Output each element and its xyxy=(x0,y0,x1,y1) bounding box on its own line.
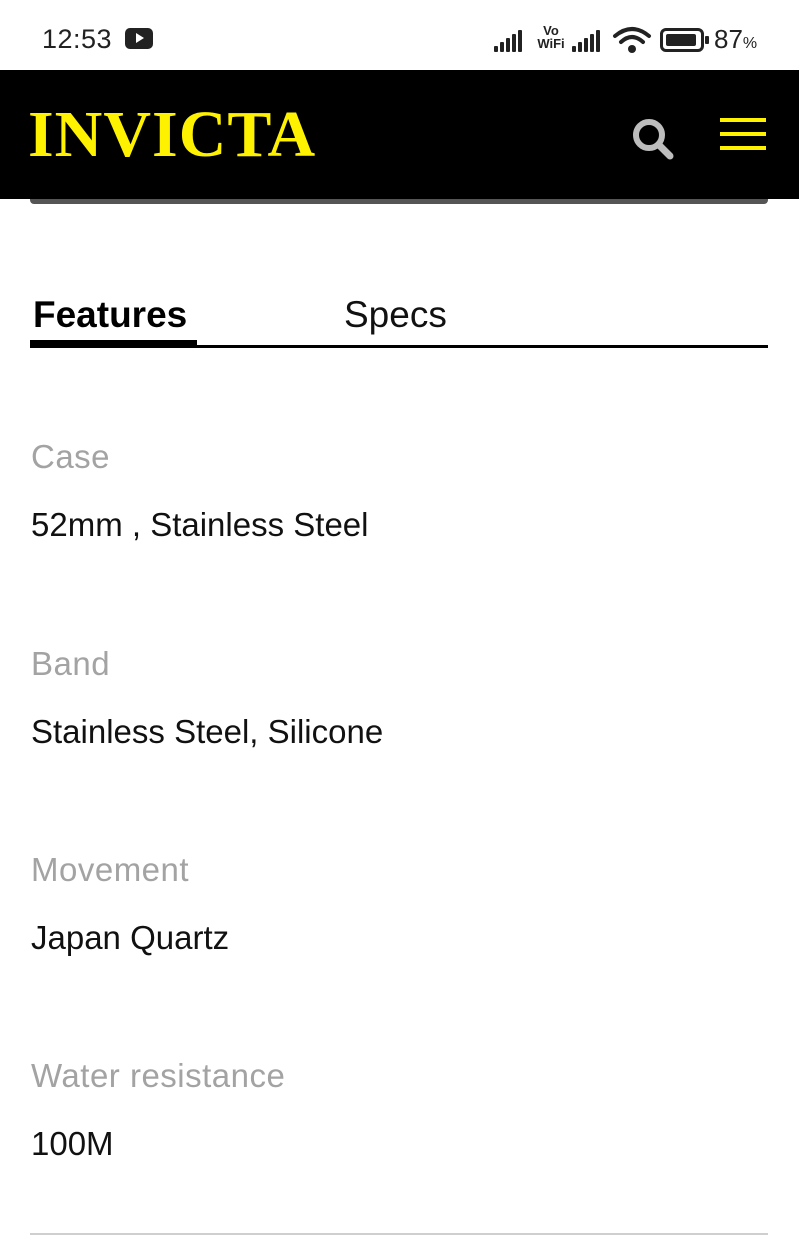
wifi-icon xyxy=(613,27,651,53)
vowifi-indicator: Vo WiFi xyxy=(537,23,565,51)
feature-value: Stainless Steel, Silicone xyxy=(31,713,384,750)
active-tab-indicator xyxy=(30,340,197,348)
cellular-signal-icon xyxy=(494,28,522,52)
feature-band: Band Stainless Steel, Silicone xyxy=(31,645,769,751)
search-button[interactable] xyxy=(628,114,678,164)
feature-label: Water resistance xyxy=(31,1057,286,1094)
header-divider xyxy=(30,199,768,204)
tab-features[interactable]: Features xyxy=(33,294,187,336)
invicta-logo[interactable]: INVICTA xyxy=(28,100,316,170)
feature-value: 100M xyxy=(31,1125,114,1162)
hamburger-menu-icon xyxy=(720,118,770,150)
feature-case: Case 52mm , Stainless Steel xyxy=(31,438,769,544)
battery-icon xyxy=(660,28,709,52)
feature-label: Case xyxy=(31,438,111,475)
feature-movement: Movement Japan Quartz xyxy=(31,851,769,957)
app-header: INVICTA xyxy=(0,70,799,199)
feature-label: Movement xyxy=(31,851,190,888)
search-icon xyxy=(633,119,674,160)
feature-value: Japan Quartz xyxy=(31,919,230,956)
section-divider xyxy=(30,1233,768,1235)
status-time: 12:53 xyxy=(42,24,113,54)
feature-label: Band xyxy=(31,645,111,682)
tab-specs[interactable]: Specs xyxy=(344,294,447,336)
status-bar: 12:53 Vo WiFi 87% xyxy=(0,0,799,70)
feature-value: 52mm , Stainless Steel xyxy=(31,506,369,543)
battery-percent: 87% xyxy=(714,24,758,54)
cellular-signal-icon-2 xyxy=(572,28,600,52)
feature-water-resistance: Water resistance 100M xyxy=(31,1057,769,1163)
menu-button[interactable] xyxy=(720,118,770,154)
youtube-notification-icon xyxy=(125,28,153,49)
tab-bar: Features Specs xyxy=(30,288,768,350)
